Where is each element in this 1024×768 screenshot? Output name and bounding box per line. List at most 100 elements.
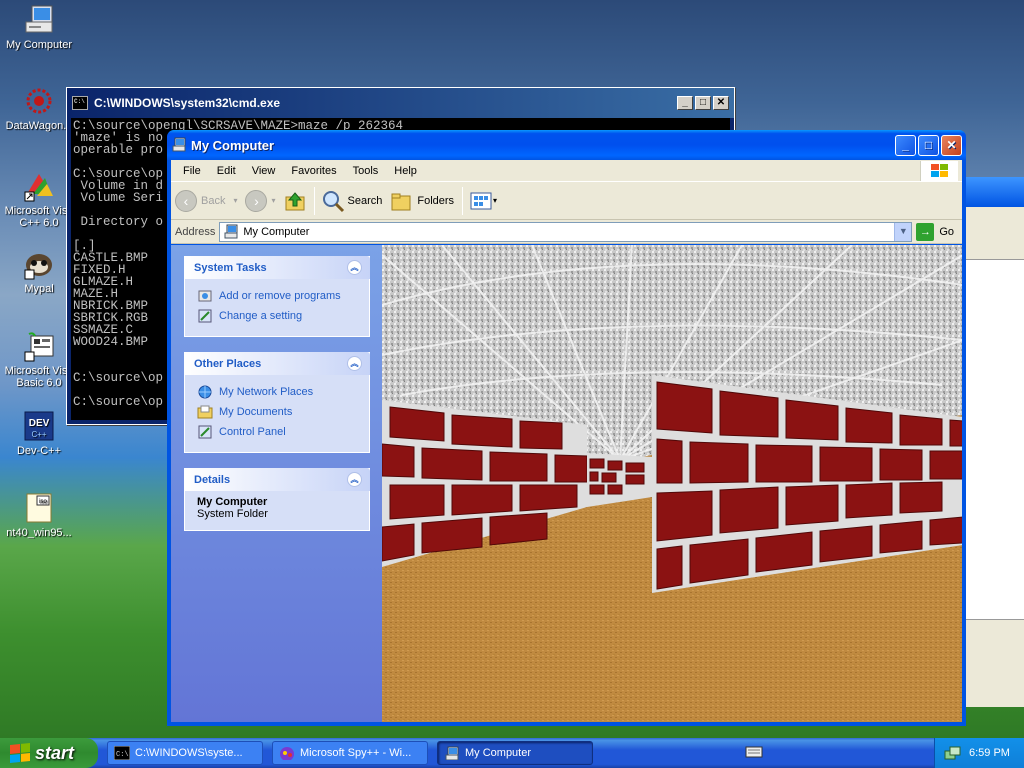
taskbar-button-my-computer[interactable]: My Computer — [437, 741, 593, 765]
views-icon — [470, 192, 492, 209]
desktop-icon-label: Dev-C++ — [16, 445, 62, 457]
up-folder-icon — [285, 191, 304, 210]
menu-file[interactable]: File — [175, 165, 209, 177]
network-places-icon — [198, 385, 212, 399]
link-label: Add or remove programs — [219, 290, 341, 302]
my-documents-link[interactable]: My Documents — [197, 402, 359, 422]
my-documents-icon — [197, 405, 213, 419]
menu-tools[interactable]: Tools — [345, 165, 387, 177]
collapse-chevron-icon[interactable]: ︽ — [347, 472, 362, 487]
my-computer-icon — [224, 224, 238, 238]
close-button[interactable]: ✕ — [941, 134, 962, 156]
my-network-places-link[interactable]: My Network Places — [197, 382, 359, 402]
go-arrow-icon: → — [916, 222, 935, 241]
start-label: start — [35, 742, 75, 763]
menu-help[interactable]: Help — [386, 165, 425, 177]
svg-text:iso: iso — [39, 499, 47, 505]
taskbar-button-spy[interactable]: Microsoft Spy++ - Wi... — [272, 741, 428, 765]
menu-favorites[interactable]: Favorites — [283, 165, 344, 177]
svg-text:C++: C++ — [31, 430, 46, 439]
desktop: My Computer DataWagon... Microsoft Visu … — [0, 0, 1024, 738]
taskbar-button-label: My Computer — [465, 747, 532, 759]
minimize-button[interactable]: _ — [895, 134, 916, 156]
background-window-title-bar[interactable] — [966, 177, 1024, 207]
toolbar-separator — [462, 186, 464, 215]
maximize-button[interactable]: □ — [695, 96, 711, 110]
panel-title: System Tasks — [194, 261, 267, 274]
folders-icon — [391, 193, 411, 210]
taskbar: start C:\ C:\WINDOWS\syste... Microsoft … — [0, 738, 1024, 768]
forward-dropdown-icon[interactable]: ▾ — [271, 196, 275, 205]
menu-edit[interactable]: Edit — [209, 165, 244, 177]
taskbar-button-label: Microsoft Spy++ - Wi... — [300, 747, 412, 759]
link-label: My Documents — [219, 406, 293, 418]
control-panel-link[interactable]: Control Panel — [197, 422, 359, 442]
address-value: My Computer — [243, 225, 310, 238]
close-button[interactable]: ✕ — [713, 96, 729, 110]
add-remove-programs-link[interactable]: Add or remove programs — [197, 286, 359, 306]
link-label: My Network Places — [219, 386, 314, 398]
my-computer-window[interactable]: My Computer _ □ ✕ File Edit View Favorit… — [167, 130, 966, 726]
details-name: My Computer — [197, 496, 268, 508]
collapse-chevron-icon[interactable]: ︽ — [347, 260, 362, 275]
details-header[interactable]: Details ︽ — [184, 468, 370, 491]
panel-title: Other Places — [194, 357, 262, 370]
dev-cpp-icon: DEV C++ — [23, 410, 55, 442]
address-input[interactable]: My Computer ▼ — [219, 221, 913, 242]
collapse-chevron-icon[interactable]: ︽ — [347, 356, 362, 371]
up-folder-button[interactable] — [284, 190, 306, 212]
system-tasks-header[interactable]: System Tasks ︽ — [184, 256, 370, 279]
windows-flag-icon — [10, 742, 30, 764]
maze-3d-scene — [382, 245, 962, 722]
background-window[interactable] — [965, 177, 1024, 707]
my-computer-icon — [171, 137, 187, 153]
visual-basic-icon — [23, 330, 55, 362]
search-button[interactable]: Search — [321, 189, 382, 213]
my-computer-icon — [23, 4, 55, 36]
address-dropdown-icon[interactable]: ▼ — [894, 222, 912, 241]
clock[interactable]: 6:59 PM — [969, 747, 1010, 759]
change-setting-link[interactable]: Change a setting — [197, 306, 359, 326]
iso-file-icon: iso — [23, 492, 55, 524]
cmd-title-bar[interactable]: C:\WINDOWS\system32\cmd.exe _ □ ✕ — [67, 88, 734, 118]
taskbar-button-label: C:\WINDOWS\syste... — [135, 747, 243, 759]
my-computer-title-bar[interactable]: My Computer _ □ ✕ — [167, 130, 966, 160]
views-button[interactable]: ▾ — [469, 191, 497, 211]
details-panel: Details ︽ My Computer System Folder — [184, 468, 370, 531]
desktop-icon-iso[interactable]: iso nt40_win95... — [0, 492, 78, 539]
window-content: System Tasks ︽ Add or remove programs Ch… — [171, 245, 962, 722]
desktop-icon-my-computer[interactable]: My Computer — [0, 4, 78, 51]
desktop-icon-label: My Computer — [5, 39, 73, 51]
search-icon — [322, 190, 344, 212]
address-label: Address — [175, 225, 216, 238]
link-label: Change a setting — [219, 310, 303, 322]
details-type: System Folder — [197, 508, 268, 520]
taskbar-button-cmd[interactable]: C:\ C:\WINDOWS\syste... — [107, 741, 263, 765]
back-label: Back — [201, 194, 226, 207]
keyboard-tray-icon[interactable] — [745, 745, 763, 762]
control-panel-icon — [198, 309, 212, 323]
mypal-icon — [23, 248, 55, 280]
window-title: My Computer — [191, 137, 275, 153]
back-arrow-icon: ‹ — [175, 189, 197, 212]
cmd-icon: C:\ — [114, 746, 130, 760]
folders-button[interactable]: Folders — [390, 190, 454, 212]
back-button[interactable]: ‹ Back ▾ — [175, 189, 237, 212]
datawagon-icon — [23, 85, 55, 117]
menu-view[interactable]: View — [244, 165, 284, 177]
forward-button[interactable]: › ▾ — [245, 189, 276, 212]
forward-arrow-icon: › — [245, 189, 268, 212]
cmd-title: C:\WINDOWS\system32\cmd.exe — [94, 96, 281, 110]
svg-text:C:\: C:\ — [116, 751, 129, 759]
minimize-button[interactable]: _ — [677, 96, 693, 110]
network-tray-icon[interactable] — [943, 745, 961, 761]
toolbar-separator — [313, 186, 315, 215]
go-button[interactable]: → Go — [916, 222, 954, 241]
maximize-button[interactable]: □ — [918, 134, 939, 156]
start-button[interactable]: start — [0, 738, 98, 768]
back-dropdown-icon[interactable]: ▾ — [233, 196, 237, 205]
menu-bar: File Edit View Favorites Tools Help — [171, 160, 962, 182]
visual-cpp-icon — [23, 170, 55, 202]
panel-title: Details — [194, 473, 231, 486]
other-places-header[interactable]: Other Places ︽ — [184, 352, 370, 375]
